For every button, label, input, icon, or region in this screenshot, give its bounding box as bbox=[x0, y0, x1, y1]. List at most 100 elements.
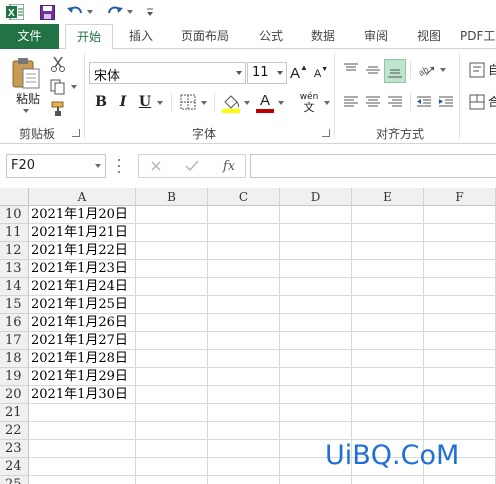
tab-pdf[interactable]: PDF工 bbox=[460, 24, 496, 49]
cell[interactable] bbox=[280, 476, 352, 484]
cell[interactable] bbox=[352, 296, 424, 314]
cell[interactable] bbox=[424, 206, 496, 224]
cell[interactable] bbox=[136, 476, 208, 484]
row-header[interactable]: 10 bbox=[0, 206, 29, 224]
column-header-b[interactable]: B bbox=[136, 188, 208, 206]
font-size-select[interactable]: 11 bbox=[247, 62, 287, 84]
cell[interactable] bbox=[424, 368, 496, 386]
cell[interactable] bbox=[136, 314, 208, 332]
phonetic-dropdown-icon[interactable] bbox=[324, 101, 330, 105]
row-header[interactable]: 12 bbox=[0, 242, 29, 260]
cell[interactable] bbox=[208, 386, 280, 404]
clipboard-launcher-icon[interactable] bbox=[72, 129, 80, 137]
cell[interactable] bbox=[208, 476, 280, 484]
shrink-font-button[interactable]: A ▼ bbox=[313, 64, 329, 84]
cell[interactable] bbox=[352, 278, 424, 296]
cell[interactable] bbox=[208, 332, 280, 350]
cell[interactable] bbox=[208, 206, 280, 224]
format-painter-icon[interactable] bbox=[48, 100, 68, 118]
tab-view[interactable]: 视图 bbox=[406, 24, 452, 49]
cell[interactable] bbox=[136, 260, 208, 278]
row-header[interactable]: 17 bbox=[0, 332, 29, 350]
paste-label[interactable]: 粘贴 bbox=[8, 90, 48, 107]
cell[interactable] bbox=[280, 260, 352, 278]
insert-function-button[interactable]: fx bbox=[217, 157, 241, 175]
row-header[interactable]: 21 bbox=[0, 404, 29, 422]
undo-icon[interactable] bbox=[66, 3, 84, 21]
cell[interactable] bbox=[352, 386, 424, 404]
cell[interactable] bbox=[136, 350, 208, 368]
cell[interactable] bbox=[208, 314, 280, 332]
orientation-icon[interactable]: ab bbox=[416, 59, 438, 81]
cell[interactable] bbox=[424, 314, 496, 332]
tab-home[interactable]: 开始 bbox=[65, 24, 113, 50]
cell[interactable] bbox=[352, 206, 424, 224]
cell[interactable] bbox=[136, 440, 208, 458]
cell[interactable] bbox=[280, 206, 352, 224]
cell[interactable] bbox=[352, 314, 424, 332]
tab-data[interactable]: 数据 bbox=[300, 24, 346, 49]
row-header[interactable]: 14 bbox=[0, 278, 29, 296]
cell[interactable] bbox=[208, 224, 280, 242]
enter-icon[interactable] bbox=[181, 157, 203, 175]
cell[interactable] bbox=[29, 422, 136, 440]
cell[interactable] bbox=[136, 206, 208, 224]
cell[interactable] bbox=[280, 224, 352, 242]
borders-icon[interactable] bbox=[178, 91, 198, 113]
cell[interactable]: 2021年1月23日 bbox=[29, 260, 136, 278]
cell[interactable]: 2021年1月24日 bbox=[29, 278, 136, 296]
cell[interactable] bbox=[424, 224, 496, 242]
cell[interactable] bbox=[280, 242, 352, 260]
row-header[interactable]: 24 bbox=[0, 458, 29, 476]
orientation-dropdown-icon[interactable] bbox=[440, 68, 446, 72]
select-all-corner[interactable] bbox=[0, 188, 29, 206]
row-header[interactable]: 16 bbox=[0, 314, 29, 332]
cell[interactable] bbox=[352, 476, 424, 484]
cell[interactable] bbox=[136, 368, 208, 386]
underline-dropdown-icon[interactable] bbox=[157, 101, 163, 105]
cell[interactable] bbox=[280, 368, 352, 386]
cell[interactable] bbox=[136, 458, 208, 476]
row-header[interactable]: 23 bbox=[0, 440, 29, 458]
underline-button[interactable]: U bbox=[135, 91, 155, 113]
phonetic-button[interactable]: wén 文 bbox=[296, 91, 322, 115]
cell[interactable]: 2021年1月29日 bbox=[29, 368, 136, 386]
cell[interactable] bbox=[424, 404, 496, 422]
cell[interactable] bbox=[208, 296, 280, 314]
tab-insert[interactable]: 插入 bbox=[118, 24, 164, 49]
cell[interactable] bbox=[352, 260, 424, 278]
cell[interactable] bbox=[424, 386, 496, 404]
merge-label-fragment[interactable]: 合 bbox=[488, 93, 496, 110]
align-right-icon[interactable] bbox=[385, 91, 405, 113]
copy-icon[interactable] bbox=[48, 78, 68, 96]
redo-dropdown-icon[interactable] bbox=[126, 3, 134, 21]
cell[interactable]: 2021年1月27日 bbox=[29, 332, 136, 350]
formula-input[interactable] bbox=[250, 154, 496, 178]
cell[interactable] bbox=[208, 350, 280, 368]
redo-icon[interactable] bbox=[106, 3, 124, 21]
align-left-icon[interactable] bbox=[341, 91, 361, 113]
splitter-grip-icon[interactable] bbox=[118, 159, 121, 173]
bold-button[interactable]: B bbox=[91, 91, 111, 113]
cell[interactable] bbox=[208, 404, 280, 422]
tab-formulas[interactable]: 公式 bbox=[248, 24, 294, 49]
cell[interactable] bbox=[29, 476, 136, 484]
cell[interactable] bbox=[136, 386, 208, 404]
column-header-d[interactable]: D bbox=[280, 188, 352, 206]
cell[interactable] bbox=[280, 422, 352, 440]
cell[interactable] bbox=[136, 404, 208, 422]
increase-indent-icon[interactable] bbox=[436, 91, 456, 113]
cell[interactable] bbox=[280, 350, 352, 368]
cut-icon[interactable] bbox=[48, 55, 68, 73]
fill-color-icon[interactable] bbox=[220, 91, 242, 115]
cell[interactable] bbox=[352, 404, 424, 422]
cell[interactable]: 2021年1月21日 bbox=[29, 224, 136, 242]
cell[interactable] bbox=[424, 260, 496, 278]
fill-color-dropdown-icon[interactable] bbox=[244, 101, 250, 105]
cell[interactable] bbox=[280, 296, 352, 314]
align-center-icon[interactable] bbox=[363, 91, 383, 113]
copy-dropdown-icon[interactable] bbox=[71, 85, 77, 89]
cell[interactable] bbox=[136, 242, 208, 260]
cell[interactable] bbox=[352, 368, 424, 386]
column-header-f[interactable]: F bbox=[424, 188, 496, 206]
